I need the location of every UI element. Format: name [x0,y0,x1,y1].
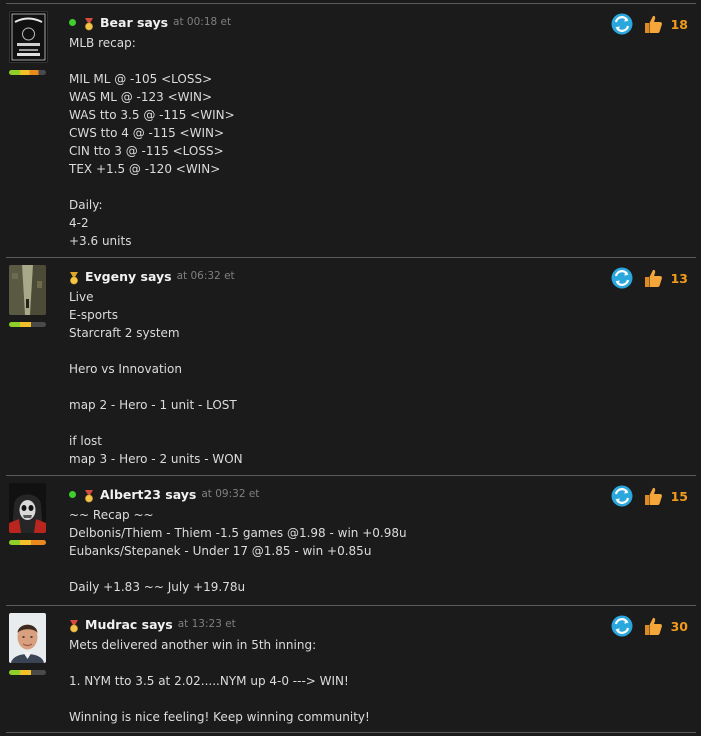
post-header: Mudrac says at 13:23 et [69,616,236,632]
author-name[interactable]: Evgeny says [85,269,172,284]
author-name[interactable]: Albert23 says [100,487,196,502]
like-count: 15 [670,488,688,504]
post-body: ~~ Recap ~~ Delbonis/Thiem - Thiem -1.5 … [69,508,407,594]
like-count: 13 [670,270,688,286]
like-count: 18 [670,16,688,32]
reputation-bar [9,322,46,327]
online-status-icon [69,490,76,498]
whiskey-label-icon [11,13,46,61]
hooded-figure-avatar[interactable] [9,483,46,533]
reputation-bar [9,540,46,545]
comment-feed: Bear says at 00:18 et 18 MLB recap: MIL … [0,0,701,736]
repost-icon[interactable] [611,615,633,637]
post-body: Mets delivered another win in 5th inning… [69,638,370,724]
post-actions: 15 [611,485,688,507]
post-header: Evgeny says at 06:32 et [69,268,235,284]
comment-post: Evgeny says at 06:32 et 13 Live E-sports… [6,257,696,475]
medal-icon [69,270,79,284]
avatar-column [9,483,46,545]
post-actions: 18 [611,13,688,35]
author-name[interactable]: Bear says [100,15,168,30]
like-button[interactable]: 30 [643,616,688,636]
post-time: at 00:18 et [173,16,232,28]
thumbs-up-icon [644,487,662,505]
medal-icon [84,16,94,30]
man-portrait-icon [9,613,46,663]
repost-icon[interactable] [611,485,633,507]
online-status-icon [69,18,76,26]
post-actions: 30 [611,615,688,637]
repost-icon[interactable] [611,13,633,35]
hooded-figure-icon [9,483,46,533]
like-button[interactable]: 18 [643,14,688,34]
medal-icon [69,618,79,632]
repost-icon[interactable] [611,267,633,289]
medal-icon [84,488,94,502]
post-body: Live E-sports Starcraft 2 system Hero vs… [69,290,243,466]
avatar-column [9,11,48,75]
post-time: at 09:32 et [201,488,260,500]
post-header: Albert23 says at 09:32 et [69,486,259,502]
comment-post: Bear says at 00:18 et 18 MLB recap: MIL … [6,3,696,257]
like-button[interactable]: 15 [643,486,688,506]
post-actions: 13 [611,267,688,289]
post-body: MLB recap: MIL ML @ -105 <LOSS> WAS ML @… [69,36,235,248]
avatar-column [9,613,46,675]
avatar-column [9,265,46,327]
author-name[interactable]: Mudrac says [85,617,173,632]
thumbs-up-icon [644,617,662,635]
comment-post: Mudrac says at 13:23 et 30 Mets delivere… [6,605,696,733]
post-header: Bear says at 00:18 et [69,14,231,30]
whiskey-label-avatar[interactable] [9,11,48,63]
reputation-bar [9,670,46,675]
comment-post: Albert23 says at 09:32 et 15 ~~ Recap ~~… [6,475,696,605]
post-time: at 13:23 et [177,618,236,630]
thumbs-up-icon [644,269,662,287]
thumbs-up-icon [644,15,662,33]
alley-photo-avatar[interactable] [9,265,46,315]
like-count: 30 [670,618,688,634]
man-portrait-avatar[interactable] [9,613,46,663]
alley-photo-icon [9,265,46,315]
like-button[interactable]: 13 [643,268,688,288]
post-time: at 06:32 et [176,270,235,282]
reputation-bar [9,70,46,75]
